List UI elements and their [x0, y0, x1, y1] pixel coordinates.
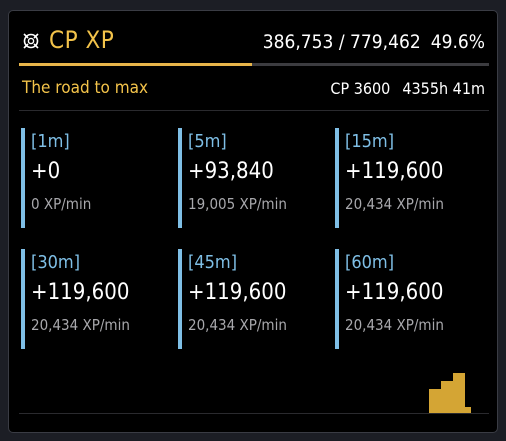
divider [19, 110, 489, 111]
xp-progress-fill [19, 63, 253, 66]
bottom-divider [19, 413, 489, 414]
cp-xp-panel: CP XP 386,753 / 779,462 49.6% The road to… [8, 10, 498, 433]
card-rate: 20,434 XP/min [345, 316, 444, 334]
xp-progress-bar [19, 63, 489, 66]
subheader-label: The road to max [22, 78, 149, 98]
card-rate: 20,434 XP/min [188, 316, 287, 334]
card-rate: 20,434 XP/min [31, 316, 130, 334]
bar-chart-icon[interactable] [429, 371, 471, 413]
card-interval: [45m] [188, 252, 238, 273]
rate-card-5m: [5m] +93,840 19,005 XP/min [178, 128, 318, 228]
card-gain: +119,600 [345, 159, 444, 184]
rate-card-60m: [60m] +119,600 20,434 XP/min [335, 249, 475, 349]
card-gain: +0 [31, 159, 61, 184]
rate-card-30m: [30m] +119,600 20,434 XP/min [21, 249, 161, 349]
card-rate: 20,434 XP/min [345, 195, 444, 213]
subheader-stats: CP 3600 4355h 41m [330, 78, 485, 100]
card-gain: +119,600 [345, 280, 444, 305]
window-title: CP XP [49, 26, 115, 54]
card-gain: +119,600 [31, 280, 130, 305]
card-rate: 0 XP/min [31, 195, 92, 213]
cp-level: CP 3600 [330, 79, 391, 98]
card-gain: +119,600 [188, 280, 287, 305]
header: CP XP 386,753 / 779,462 49.6% [9, 11, 497, 69]
card-interval: [5m] [188, 131, 227, 152]
card-gain: +93,840 [188, 159, 274, 184]
time-remaining: 4355h 41m [402, 79, 485, 98]
card-rate: 19,005 XP/min [188, 195, 287, 213]
xp-progress-readout: 386,753 / 779,462 49.6% [263, 30, 485, 54]
rate-card-45m: [45m] +119,600 20,434 XP/min [178, 249, 318, 349]
card-interval: [1m] [31, 131, 70, 152]
xp-progress-value: 386,753 / 779,462 [262, 31, 421, 53]
card-interval: [30m] [31, 252, 81, 273]
xp-progress-percent: 49.6% [430, 31, 485, 53]
card-interval: [15m] [345, 131, 395, 152]
rate-card-15m: [15m] +119,600 20,434 XP/min [335, 128, 475, 228]
card-interval: [60m] [345, 252, 395, 273]
cp-emblem-icon [23, 33, 39, 49]
rate-card-1m: [1m] +0 0 XP/min [21, 128, 161, 228]
